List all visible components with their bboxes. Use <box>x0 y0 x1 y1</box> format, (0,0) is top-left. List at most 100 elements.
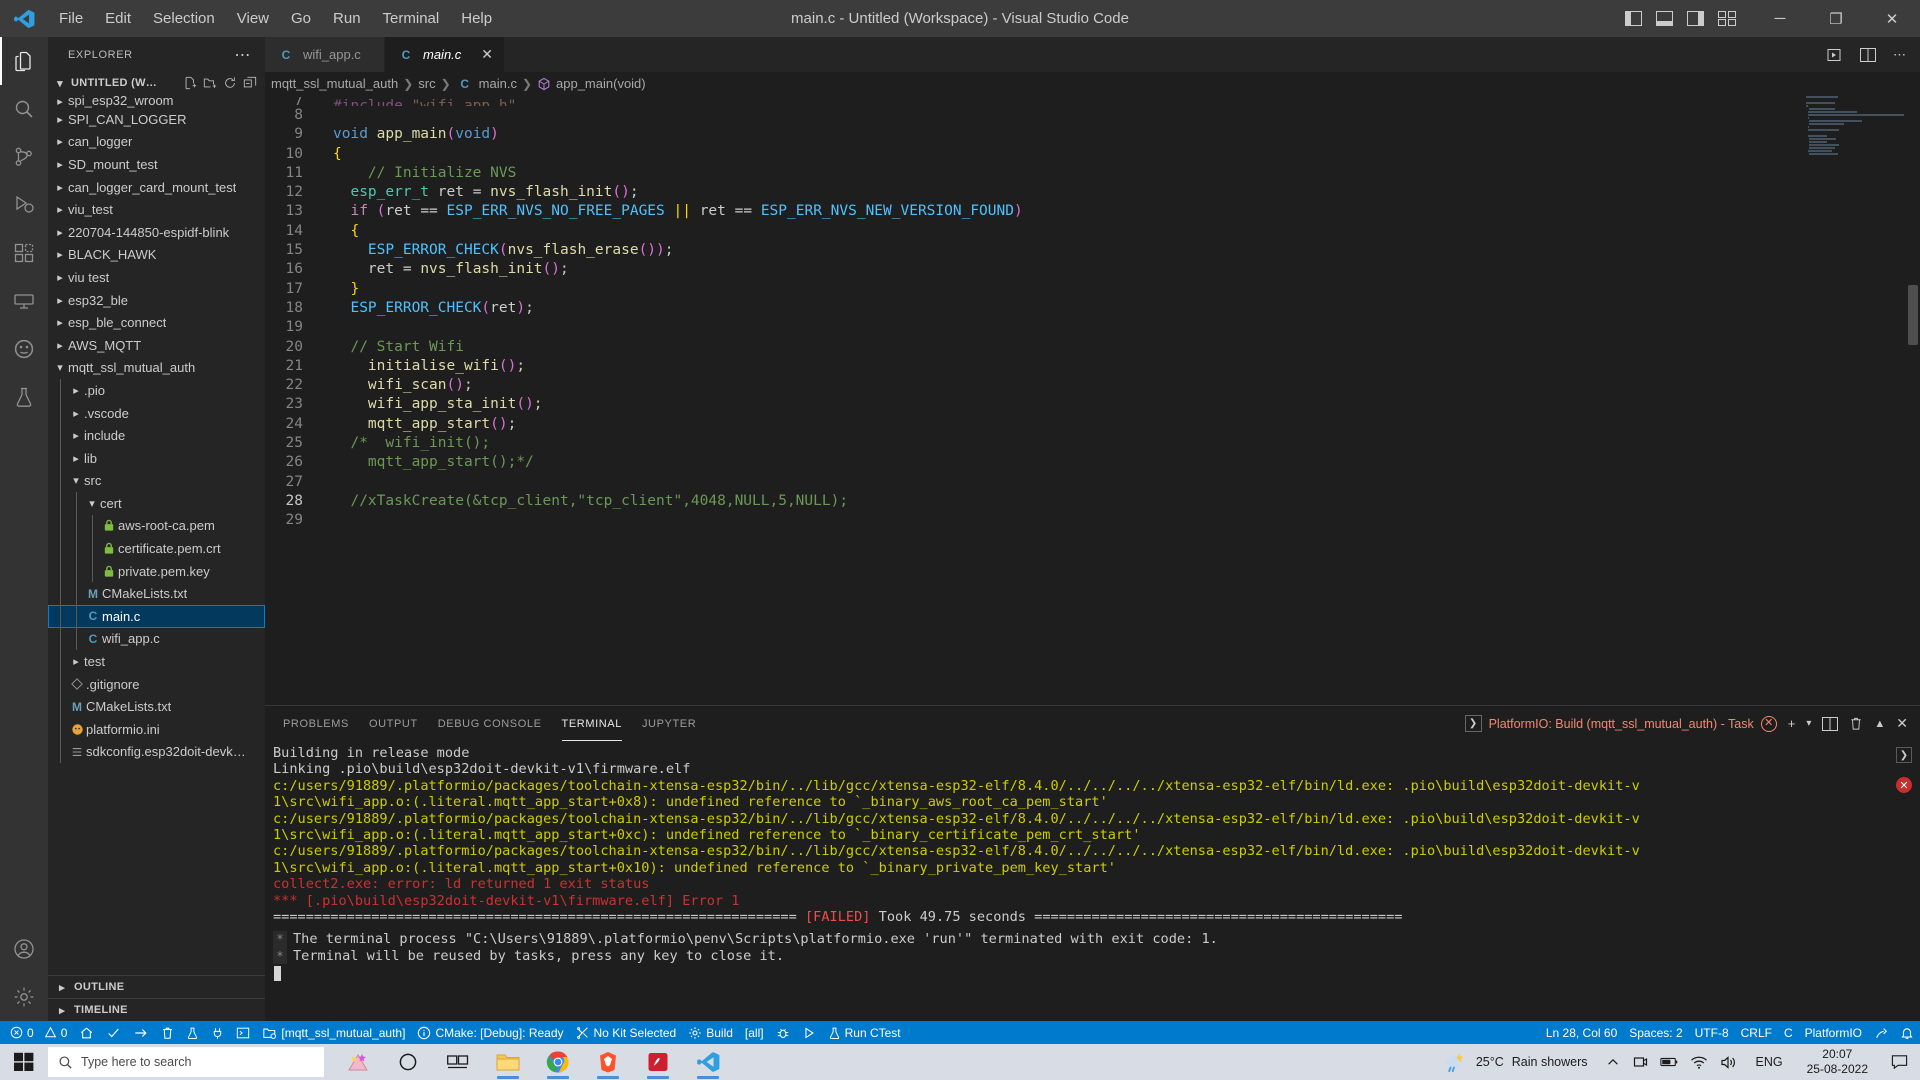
maximize-panel-icon[interactable]: ▲ <box>1874 718 1885 730</box>
tree-file[interactable]: certificate.pem.crt <box>48 537 265 560</box>
tree-folder[interactable]: ▸ test <box>48 650 265 673</box>
code-line[interactable]: { <box>333 222 1920 241</box>
status-pio-upload[interactable] <box>127 1021 155 1044</box>
code-line[interactable]: } <box>333 280 1920 299</box>
status-cmake-launch[interactable] <box>796 1021 822 1044</box>
status-cmake-build[interactable]: Build <box>682 1021 739 1044</box>
status-cmake-kit[interactable]: No Kit Selected <box>570 1021 683 1044</box>
tree-folder[interactable]: ▸ esp_ble_connect <box>48 311 265 334</box>
tree-folder[interactable]: ▸ include <box>48 424 265 447</box>
tree-folder[interactable]: ▸ BLACK_HAWK <box>48 244 265 267</box>
terminal-selector[interactable]: ❯ PlatformIO: Build (mqtt_ssl_mutual_aut… <box>1464 715 1777 732</box>
tree-file[interactable]: aws-root-ca.pem <box>48 514 265 538</box>
breadcrumb-folder[interactable]: src <box>418 76 435 91</box>
tree-folder[interactable]: ▾ cert <box>48 492 265 515</box>
tree-folder[interactable]: ▾ mqtt_ssl_mutual_auth <box>48 357 265 380</box>
tree-file[interactable]: sdkconfig.esp32doit-devk… <box>48 740 265 764</box>
tree-folder[interactable]: ▸ can_logger_card_mount_test <box>48 176 265 199</box>
minimap[interactable] <box>1806 95 1906 157</box>
editor-scrollbar[interactable] <box>1906 95 1920 705</box>
status-pio-terminal[interactable] <box>230 1021 256 1044</box>
action-center-icon[interactable] <box>1886 1054 1912 1070</box>
maximize-button[interactable]: ❐ <box>1808 0 1864 37</box>
code-line[interactable]: ESP_ERROR_CHECK(ret); <box>333 299 1920 318</box>
status-pio-build[interactable] <box>100 1021 127 1044</box>
activity-accounts[interactable] <box>0 925 48 973</box>
status-language-mode[interactable]: C <box>1778 1021 1799 1044</box>
tree-file[interactable]: .gitignore <box>48 672 265 696</box>
more-actions-icon[interactable]: ⋯ <box>1893 47 1906 63</box>
terminal-error-badge[interactable]: ✕ <box>1896 777 1912 793</box>
task-view-button[interactable] <box>438 1044 478 1080</box>
new-file-icon[interactable] <box>183 76 197 90</box>
workspace-section-header[interactable]: ▾ UNTITLED (W… <box>48 72 265 94</box>
code-line[interactable]: { <box>333 145 1920 164</box>
toggle-secondary-sidebar-icon[interactable] <box>1687 11 1704 26</box>
status-cmake[interactable]: CMake: [Debug]: Ready <box>411 1021 569 1044</box>
taskbar-pinned-app[interactable] <box>338 1044 378 1080</box>
taskbar-brave[interactable] <box>588 1044 628 1080</box>
code-line[interactable]: ESP_ERROR_CHECK(nvs_flash_erase()); <box>333 241 1920 260</box>
battery-icon[interactable] <box>1659 1055 1678 1069</box>
tree-file[interactable]: M CMakeLists.txt <box>48 582 265 606</box>
terminal-expand-icon[interactable]: ❯ <box>1896 747 1912 763</box>
language-indicator[interactable]: ENG <box>1750 1051 1789 1074</box>
code-line[interactable]: mqtt_app_start();*/ <box>333 453 1920 472</box>
wifi-icon[interactable] <box>1690 1055 1708 1070</box>
tree-folder[interactable]: ▸ viu_test <box>48 198 265 221</box>
tab-problems[interactable]: PROBLEMS <box>273 706 359 741</box>
code-line[interactable]: #include "wifi_app.h" <box>333 97 1920 106</box>
status-cmake-target[interactable]: [all] <box>739 1021 770 1044</box>
refresh-icon[interactable] <box>223 76 237 90</box>
menu-selection[interactable]: Selection <box>142 7 226 30</box>
tree-folder[interactable]: ▸ AWS_MQTT <box>48 334 265 357</box>
status-pio-test[interactable] <box>180 1021 205 1044</box>
code-line[interactable]: if (ret == ESP_ERR_NVS_NO_FREE_PAGES || … <box>333 202 1920 221</box>
taskbar-adobe-reader[interactable] <box>638 1044 678 1080</box>
code-line[interactable]: void app_main(void) <box>333 125 1920 144</box>
file-tree[interactable]: ▸ spi_esp32_wroom ▸ SPI_CAN_LOGGER ▸ can_logg… <box>48 94 265 975</box>
status-pio-serial-monitor[interactable] <box>205 1021 230 1044</box>
activity-explorer[interactable] <box>0 37 48 85</box>
tab-debug-console[interactable]: DEBUG CONSOLE <box>428 706 552 741</box>
code-line[interactable]: //xTaskCreate(&tcp_client,"tcp_client",4… <box>333 492 1920 511</box>
activity-search[interactable] <box>0 85 48 133</box>
taskview-icon[interactable] <box>388 1044 428 1080</box>
taskbar-search[interactable]: Type here to search <box>48 1047 324 1077</box>
timeline-section[interactable]: ▸ TIMELINE <box>48 998 265 1021</box>
menu-run[interactable]: Run <box>322 7 372 30</box>
new-terminal-icon[interactable]: + <box>1788 716 1796 731</box>
onedrive-icon[interactable] <box>1632 1054 1648 1070</box>
status-notifications[interactable] <box>1894 1021 1920 1044</box>
terminal-output[interactable]: Building in release mode Linking .pio\bui… <box>265 741 1888 1021</box>
code-line[interactable]: ret = nvs_flash_init(); <box>333 260 1920 279</box>
collapse-all-icon[interactable] <box>243 76 257 90</box>
activity-run-debug[interactable] <box>0 181 48 229</box>
code-line[interactable]: wifi_scan(); <box>333 376 1920 395</box>
status-platformio[interactable]: PlatformIO <box>1799 1021 1868 1044</box>
tree-folder[interactable]: ▾ src <box>48 469 265 493</box>
tree-folder[interactable]: ▸ spi_esp32_wroom <box>48 94 265 108</box>
status-encoding[interactable]: UTF-8 <box>1689 1021 1735 1044</box>
status-project-env[interactable]: [mqtt_ssl_mutual_auth] <box>256 1021 411 1044</box>
close-panel-icon[interactable]: ✕ <box>1896 715 1908 732</box>
new-folder-icon[interactable] <box>203 76 217 90</box>
customize-layout-icon[interactable] <box>1718 11 1736 26</box>
tree-folder[interactable]: ▸ lib <box>48 446 265 470</box>
tree-file[interactable]: Cmain.c <box>48 605 265 628</box>
activity-testing[interactable] <box>0 373 48 421</box>
activity-remote-explorer[interactable] <box>0 277 48 325</box>
menu-terminal[interactable]: Terminal <box>372 7 451 30</box>
volume-icon[interactable] <box>1720 1055 1738 1070</box>
tree-folder[interactable]: ▸ viu test <box>48 266 265 289</box>
code-line[interactable]: esp_err_t ret = nvs_flash_init(); <box>333 183 1920 202</box>
code-content[interactable]: #include "wifi_app.h" void app_main(void… <box>323 95 1920 705</box>
menu-bar[interactable]: File Edit Selection View Go Run Terminal… <box>48 7 503 30</box>
menu-view[interactable]: View <box>226 7 280 30</box>
activity-extensions[interactable] <box>0 229 48 277</box>
activity-platformio[interactable] <box>0 325 48 373</box>
tree-folder[interactable]: ▸ SD_mount_test <box>48 153 265 176</box>
status-pio-clean[interactable] <box>155 1021 180 1044</box>
taskbar-chrome[interactable] <box>538 1044 578 1080</box>
explorer-more-actions[interactable]: ⋯ <box>228 45 257 65</box>
